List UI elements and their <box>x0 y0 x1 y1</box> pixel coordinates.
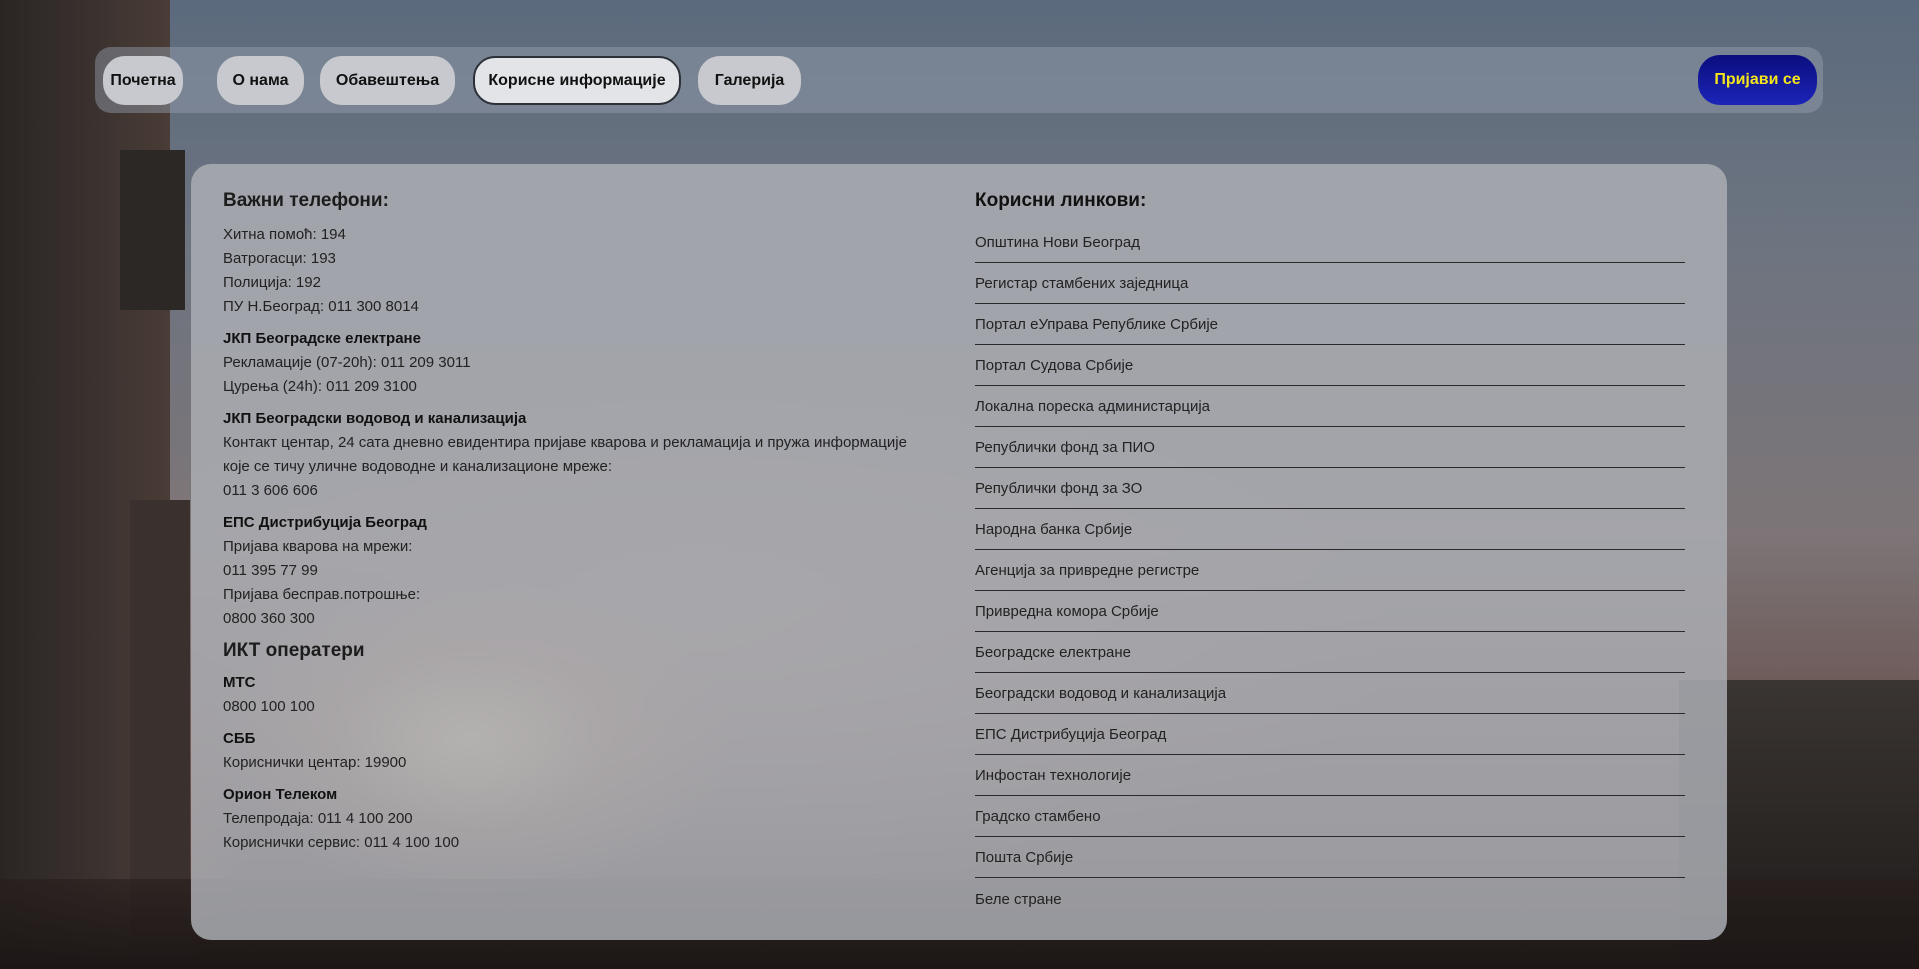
phones-section: Важни телефони: Хитна помоћ: 194 Ватрога… <box>223 189 953 855</box>
phone-line: Кориснички центар: 19900 <box>223 754 407 771</box>
links-list: Општина Нови Београд Регистар стамбених … <box>975 223 1685 919</box>
useful-link[interactable]: Републички фонд за ПИО <box>975 428 1685 468</box>
phone-line: Телепродаја: 011 4 100 200 <box>223 810 413 827</box>
useful-link[interactable]: Привредна комора Србије <box>975 592 1685 632</box>
background-building-balcony <box>120 150 185 310</box>
useful-link[interactable]: Портал Судова Србије <box>975 346 1685 386</box>
phone-line: Хитна помоћ: 194 <box>223 226 346 243</box>
phone-line: 0800 360 300 <box>223 610 315 627</box>
phone-line: Кориснички сервис: 011 4 100 100 <box>223 834 460 851</box>
top-navbar: Почетна О нама Обавештења Корисне информ… <box>95 47 1823 113</box>
phone-line: Ватрогасци: 193 <box>223 250 336 267</box>
phone-line: које се тичу уличне водоводне и канализа… <box>223 458 613 475</box>
provider-name: МТС <box>223 674 256 691</box>
ikt-title: ИКТ оператери <box>223 640 365 661</box>
phone-line: ПУ Н.Београд: 011 300 8014 <box>223 298 419 315</box>
useful-link[interactable]: ЕПС Дистрибуција Београд <box>975 715 1685 755</box>
links-section: Корисни линкови: Општина Нови Београд Ре… <box>975 189 1685 920</box>
nav-home-button[interactable]: Почетна <box>103 56 183 105</box>
nav-gallery-button[interactable]: Галерија <box>698 56 801 105</box>
nav-useful-info-button[interactable]: Корисне информације <box>473 56 681 105</box>
useful-link[interactable]: Градско стамбено <box>975 797 1685 837</box>
useful-link[interactable]: Републички фонд за ЗО <box>975 469 1685 509</box>
phone-line: Пријава бесправ.потрошње: <box>223 586 421 603</box>
useful-link[interactable]: Београдски водовод и канализација <box>975 674 1685 714</box>
phone-line: Контакт центар, 24 сата дневно евидентир… <box>223 434 907 451</box>
phones-title: Важни телефони: <box>223 190 389 211</box>
nav-about-button[interactable]: О нама <box>217 56 304 105</box>
useful-link[interactable]: Народна банка Србије <box>975 510 1685 550</box>
phone-line: Пријава кварова на мрежи: <box>223 538 413 555</box>
phone-line: 011 3 606 606 <box>223 482 318 499</box>
links-title: Корисни линкови: <box>975 190 1147 211</box>
useful-link[interactable]: Агенција за привредне регистре <box>975 551 1685 591</box>
provider-name: СББ <box>223 730 256 747</box>
phone-line: Цурења (24h): 011 209 3100 <box>223 378 417 395</box>
phone-line: 0800 100 100 <box>223 698 315 715</box>
useful-link[interactable]: Локална пореска администарција <box>975 387 1685 427</box>
nav-announcements-button[interactable]: Обавештења <box>320 56 455 105</box>
useful-link[interactable]: Портал еУправа Републике Србије <box>975 305 1685 345</box>
login-button[interactable]: Пријави се <box>1698 55 1817 105</box>
provider-name: Орион Телеком <box>223 786 338 803</box>
useful-link[interactable]: Општина Нови Београд <box>975 223 1685 263</box>
provider-name: ЈКП Београдски водовод и канализација <box>223 410 527 427</box>
info-card: Важни телефони: Хитна помоћ: 194 Ватрога… <box>191 164 1727 940</box>
phone-line: 011 395 77 99 <box>223 562 318 579</box>
useful-link[interactable]: Беле стране <box>975 879 1685 919</box>
phone-line: Рекламације (07-20h): 011 209 3011 <box>223 354 471 371</box>
provider-name: ЈКП Београдске електране <box>223 330 421 347</box>
useful-link[interactable]: Београдске електране <box>975 633 1685 673</box>
useful-link[interactable]: Регистар стамбених заједница <box>975 264 1685 304</box>
provider-name: ЕПС Дистрибуција Београд <box>223 514 427 531</box>
phone-line: Полиција: 192 <box>223 274 321 291</box>
useful-link[interactable]: Пошта Србије <box>975 838 1685 878</box>
useful-link[interactable]: Инфостан технологије <box>975 756 1685 796</box>
